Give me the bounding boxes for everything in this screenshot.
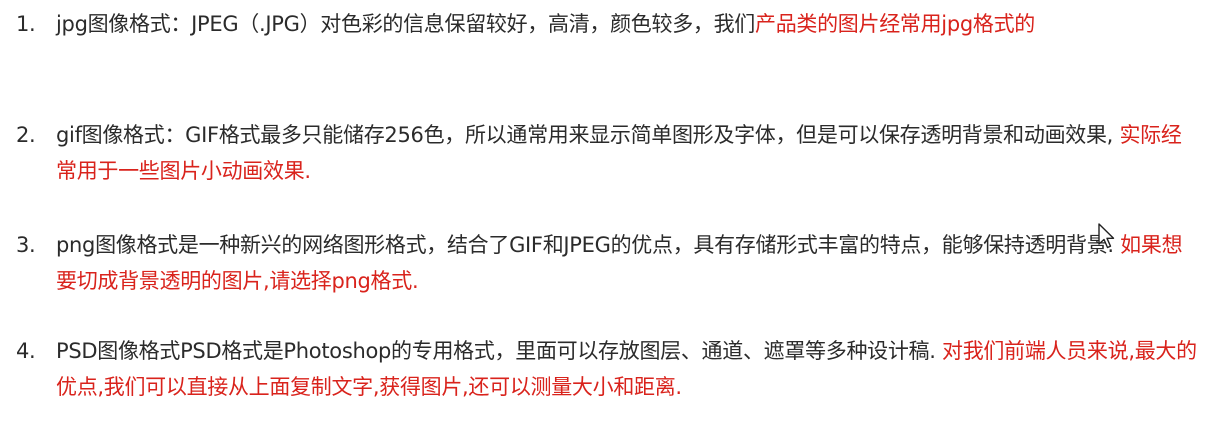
description-text: png图像格式是一种新兴的网络图形格式，结合了GIF和JPEG的优点，具有存储形… — [56, 233, 1121, 257]
description-text: PSD图像格式PSD格式是Photoshop的专用格式，里面可以存放图层、通道、… — [56, 339, 943, 363]
list-item-text: png图像格式是一种新兴的网络图形格式，结合了GIF和JPEG的优点，具有存储形… — [56, 227, 1201, 299]
list-item-gif: 2. gif图像格式：GIF格式最多只能储存256色，所以通常用来显示简单图形及… — [16, 117, 1201, 189]
list-number: 3. — [16, 233, 36, 257]
slide-content: 1. jpg图像格式：JPEG（.JPG）对色彩的信息保留较好，高清，颜色较多，… — [0, 0, 1216, 423]
mouse-pointer-icon — [1098, 223, 1115, 249]
list-item-png: 3. png图像格式是一种新兴的网络图形格式，结合了GIF和JPEG的优点，具有… — [16, 227, 1201, 299]
list-item-text: jpg图像格式：JPEG（.JPG）对色彩的信息保留较好，高清，颜色较多，我们产… — [56, 6, 1201, 42]
description-text: gif图像格式：GIF格式最多只能储存256色，所以通常用来显示简单图形及字体，… — [56, 123, 1120, 147]
list-item-text: gif图像格式：GIF格式最多只能储存256色，所以通常用来显示简单图形及字体，… — [56, 117, 1201, 189]
list-number: 1. — [16, 12, 36, 36]
list-item-text: PSD图像格式PSD格式是Photoshop的专用格式，里面可以存放图层、通道、… — [56, 333, 1201, 405]
list-number: 4. — [16, 339, 36, 363]
list-number: 2. — [16, 123, 36, 147]
list-item-jpg: 1. jpg图像格式：JPEG（.JPG）对色彩的信息保留较好，高清，颜色较多，… — [16, 6, 1201, 42]
list-item-psd: 4. PSD图像格式PSD格式是Photoshop的专用格式，里面可以存放图层、… — [16, 333, 1201, 405]
highlight-text: 产品类的图片经常用jpg格式的 — [755, 12, 1035, 36]
description-text: jpg图像格式：JPEG（.JPG）对色彩的信息保留较好，高清，颜色较多，我们 — [56, 12, 755, 36]
